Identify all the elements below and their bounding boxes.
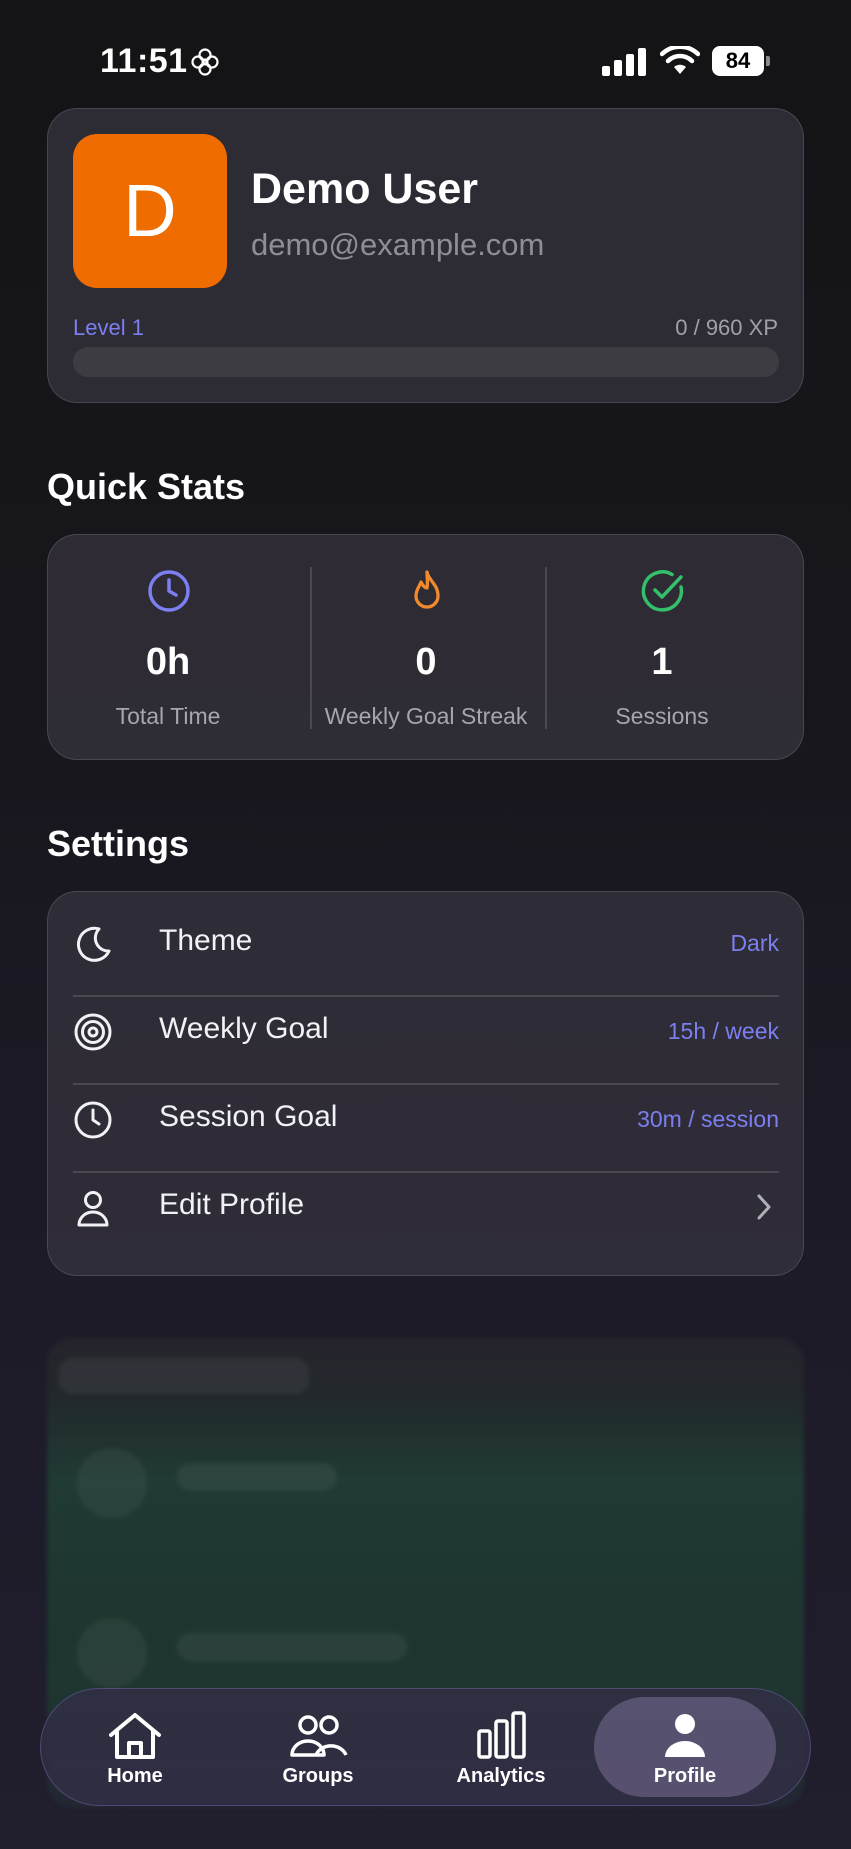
tab-groups[interactable]: Groups <box>227 1697 409 1797</box>
user-email: demo@example.com <box>251 227 545 262</box>
cellular-signal-icon <box>602 48 646 76</box>
clock-icon <box>148 570 190 612</box>
check-circle-icon <box>641 570 684 612</box>
setting-row-edit-profile[interactable]: Edit Profile <box>73 1164 779 1252</box>
stat-label: Sessions <box>615 703 709 729</box>
setting-value: 30m / session <box>637 1106 779 1132</box>
user-icon <box>77 1191 109 1227</box>
xp-progress-bar <box>73 347 779 377</box>
stat-weekly-goal-streak: 0 Weekly Goal Streak <box>308 535 544 761</box>
stat-label: Weekly Goal Streak <box>324 703 528 729</box>
status-bar: 11:51 84 <box>0 0 851 110</box>
focus-flower-icon <box>191 48 219 76</box>
battery-level: 84 <box>712 46 764 76</box>
clock-icon <box>74 1101 112 1139</box>
person-icon <box>665 1714 705 1757</box>
bottom-tab-bar: Home Groups Analytics Profile <box>40 1688 811 1806</box>
setting-label: Session Goal <box>159 1100 338 1133</box>
moon-icon <box>76 926 111 962</box>
setting-row-theme[interactable]: Theme Dark <box>73 900 779 988</box>
quick-stats-title: Quick Stats <box>47 466 246 507</box>
status-time: 11:51 <box>100 42 188 80</box>
stat-value: 0h <box>145 641 191 683</box>
blurred-text <box>177 1633 407 1661</box>
stat-total-time: 0h Total Time <box>50 535 286 761</box>
setting-value: Dark <box>730 930 779 956</box>
home-icon <box>109 1713 161 1759</box>
bar-chart-icon <box>477 1711 526 1759</box>
blurred-heading <box>59 1358 309 1394</box>
blurred-text <box>177 1463 337 1491</box>
wifi-icon <box>660 46 700 74</box>
xp-label: 0 / 960 XP <box>675 315 778 340</box>
chevron-right-icon <box>757 1194 771 1220</box>
stat-value: 1 <box>651 641 673 683</box>
user-name: Demo User <box>251 165 479 213</box>
setting-row-session-goal[interactable]: Session Goal 30m / session <box>73 1076 779 1164</box>
battery-cap <box>766 56 770 66</box>
settings-card: Theme Dark Weekly Goal 15h / week Sessio… <box>47 891 804 1276</box>
setting-label: Theme <box>159 924 253 957</box>
tab-home[interactable]: Home <box>44 1697 226 1797</box>
tab-analytics[interactable]: Analytics <box>410 1697 592 1797</box>
blurred-avatar <box>77 1448 147 1518</box>
target-icon <box>74 1013 112 1051</box>
tab-label: Profile <box>653 1765 717 1787</box>
setting-row-weekly-goal[interactable]: Weekly Goal 15h / week <box>73 988 779 1076</box>
settings-title: Settings <box>47 823 190 864</box>
quick-stats-card: 0h Total Time 0 Weekly Goal Streak 1 Ses… <box>47 534 804 760</box>
stat-value: 0 <box>415 641 437 683</box>
stat-label: Total Time <box>115 703 221 729</box>
battery-indicator: 84 <box>712 46 770 76</box>
profile-card: D Demo User demo@example.com Level 1 0 /… <box>47 108 804 403</box>
level-label: Level 1 <box>73 315 144 340</box>
tab-profile[interactable]: Profile <box>594 1697 776 1797</box>
stat-sessions: 1 Sessions <box>544 535 780 761</box>
setting-label: Edit Profile <box>159 1188 305 1221</box>
groups-icon <box>290 1715 348 1757</box>
setting-label: Weekly Goal <box>159 1012 329 1045</box>
tab-label: Home <box>107 1765 163 1787</box>
avatar[interactable]: D <box>73 134 227 288</box>
setting-value: 15h / week <box>667 1018 779 1044</box>
tab-label: Analytics <box>456 1765 546 1787</box>
tab-label: Groups <box>282 1765 354 1787</box>
flame-icon <box>414 570 440 609</box>
blurred-avatar <box>77 1618 147 1688</box>
